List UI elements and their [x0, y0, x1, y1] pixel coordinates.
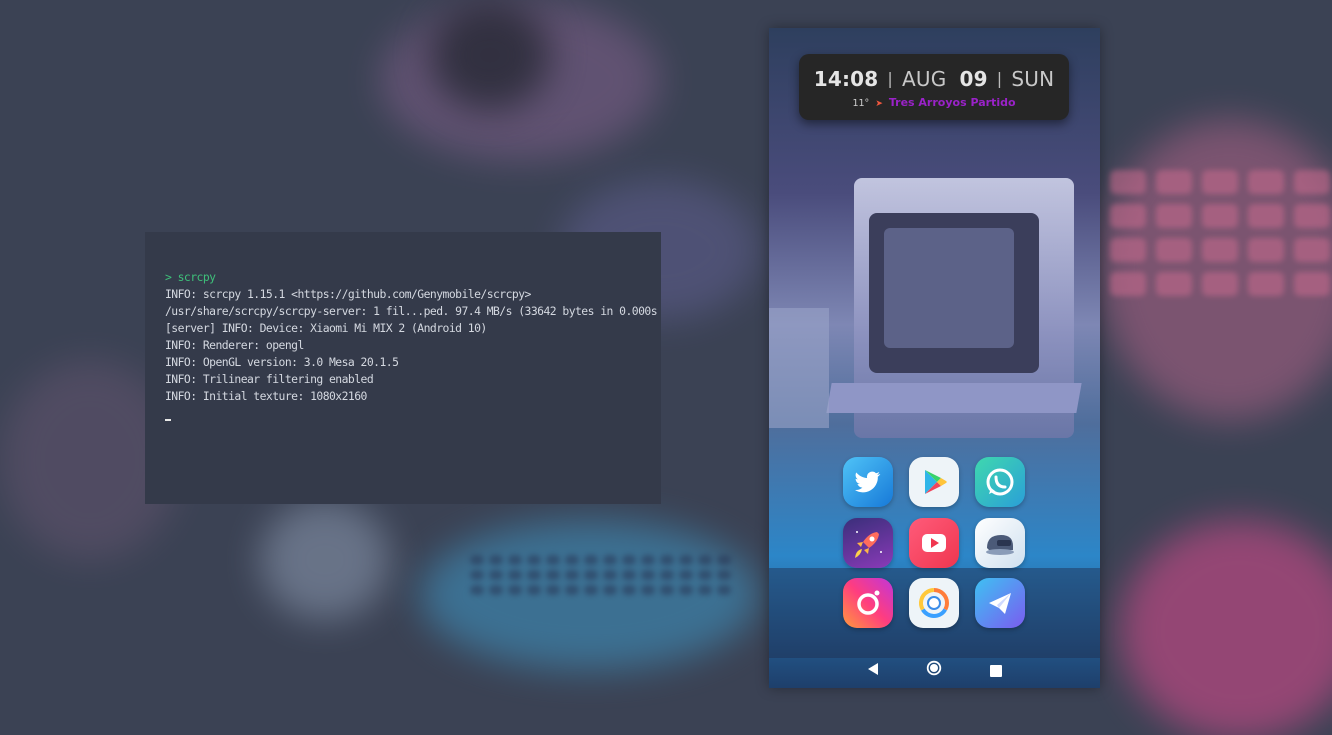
- terminal-cursor: [165, 419, 171, 421]
- clock-day: 09: [959, 67, 988, 91]
- clock-month: AUG: [901, 67, 947, 91]
- twitter-icon[interactable]: [843, 457, 893, 507]
- clock-time: 14:08: [813, 67, 879, 91]
- phone-screen-mirror[interactable]: 14:08 | AUG 09 | SUN 11° ➤ Tres Arroyos Partid…: [769, 28, 1100, 688]
- phone-navigation-bar: [769, 656, 1100, 684]
- terminal-prompt: > scrcpy: [165, 270, 216, 284]
- whatsapp-icon[interactable]: [975, 457, 1025, 507]
- terminal-line: /usr/share/scrcpy/scrcpy-server: 1 fil..…: [165, 304, 658, 318]
- location-arrow-icon: ➤: [875, 99, 883, 109]
- back-icon[interactable]: [867, 661, 879, 680]
- home-icon[interactable]: [926, 660, 942, 680]
- helmet-icon[interactable]: [975, 518, 1025, 568]
- terminal-line: INFO: Renderer: opengl: [165, 338, 304, 352]
- weather-location: Tres Arroyos Partido: [888, 96, 1016, 109]
- terminal-line: [server] INFO: Device: Xiaomi Mi MIX 2 (…: [165, 321, 487, 335]
- terminal-line: INFO: Initial texture: 1080x2160: [165, 389, 367, 403]
- play-store-icon[interactable]: [909, 457, 959, 507]
- recents-icon[interactable]: [990, 662, 1002, 681]
- telegram-icon[interactable]: [975, 578, 1025, 628]
- chrome-icon[interactable]: [909, 578, 959, 628]
- terminal-window[interactable]: > scrcpy INFO: scrcpy 1.15.1 <https://git…: [145, 232, 661, 504]
- instagram-icon[interactable]: [843, 578, 893, 628]
- clock-widget[interactable]: 14:08 | AUG 09 | SUN 11° ➤ Tres Arroyos Partid…: [799, 54, 1069, 120]
- weather-temperature: 11°: [852, 98, 870, 109]
- terminal-line: INFO: Trilinear filtering enabled: [165, 372, 374, 386]
- youtube-icon[interactable]: [909, 518, 959, 568]
- terminal-line: INFO: scrcpy 1.15.1 <https://github.com/…: [165, 287, 531, 301]
- rocket-launcher-icon[interactable]: [843, 518, 893, 568]
- terminal-line: INFO: OpenGL version: 3.0 Mesa 20.1.5: [165, 355, 399, 369]
- clock-weekday: SUN: [1011, 67, 1055, 91]
